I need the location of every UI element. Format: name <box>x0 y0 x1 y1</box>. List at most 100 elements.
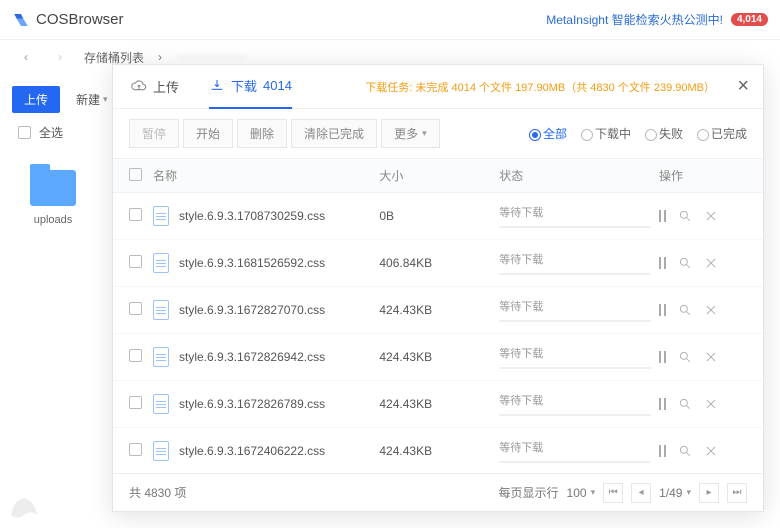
page-last-button[interactable]: ⏭ <box>727 483 747 503</box>
file-icon <box>153 394 169 414</box>
col-status: 状态 <box>499 167 659 184</box>
table-row: style.6.9.3.1672826942.css424.43KB等待下载 <box>113 334 763 381</box>
nav-back-button[interactable]: ‹ <box>16 50 36 64</box>
status-text: 等待下载 <box>499 345 659 361</box>
select-all-checkbox[interactable] <box>18 126 31 139</box>
row-pause-icon[interactable] <box>659 445 666 457</box>
row-checkbox[interactable] <box>129 208 142 221</box>
breadcrumb-separator: › <box>158 50 162 64</box>
upload-button[interactable]: 上传 <box>12 86 60 113</box>
transfer-modal: 上传 下载 4014 下载任务: 未完成 4014 个文件 197.90MB（共… <box>112 64 764 512</box>
page-next-button[interactable]: ▸ <box>699 483 719 503</box>
table-row: style.6.9.3.1708730259.css 0B等待下载 <box>113 193 763 240</box>
row-search-icon[interactable] <box>678 397 692 411</box>
file-name: style.6.9.3.1672827070.css <box>179 303 325 317</box>
row-search-icon[interactable] <box>678 256 692 270</box>
row-checkbox[interactable] <box>129 302 142 315</box>
row-checkbox[interactable] <box>129 349 142 362</box>
breadcrumb-bucket[interactable] <box>176 56 248 58</box>
page-first-button[interactable]: ⏮ <box>603 483 623 503</box>
file-icon <box>153 347 169 367</box>
pause-button[interactable]: 暂停 <box>129 119 179 148</box>
row-pause-icon[interactable] <box>659 351 666 363</box>
close-icon[interactable]: × <box>737 75 749 98</box>
col-size: 大小 <box>379 167 499 184</box>
filter-downloading[interactable]: 下载中 <box>581 125 631 142</box>
row-pause-icon[interactable] <box>659 304 666 316</box>
file-size: 424.43KB <box>379 397 499 411</box>
progress-bar <box>499 320 651 322</box>
row-search-icon[interactable] <box>678 350 692 364</box>
more-button[interactable]: 更多▾ <box>381 119 440 148</box>
progress-bar <box>499 367 651 369</box>
nav-forward-button[interactable]: › <box>50 50 70 64</box>
page-indicator[interactable]: 1/49▾ <box>659 486 691 500</box>
row-close-icon[interactable] <box>704 303 718 317</box>
app-logo <box>12 11 30 29</box>
row-checkbox[interactable] <box>129 443 142 456</box>
status-text: 等待下载 <box>499 298 659 314</box>
row-close-icon[interactable] <box>704 350 718 364</box>
file-size: 424.43KB <box>379 303 499 317</box>
row-close-icon[interactable] <box>704 256 718 270</box>
promo-link[interactable]: MetaInsight 智能检索火热公测中! <box>546 11 723 28</box>
folder-label: uploads <box>30 214 76 226</box>
row-search-icon[interactable] <box>678 444 692 458</box>
row-close-icon[interactable] <box>704 444 718 458</box>
task-summary: 下载任务: 未完成 4014 个文件 197.90MB（共 4830 个文件 2… <box>365 79 715 95</box>
progress-bar <box>499 226 651 228</box>
tab-download[interactable]: 下载 4014 <box>209 65 292 109</box>
row-close-icon[interactable] <box>704 397 718 411</box>
clear-done-button[interactable]: 清除已完成 <box>291 119 377 148</box>
tab-upload[interactable]: 上传 <box>131 65 179 109</box>
total-count: 共 4830 项 <box>129 484 186 501</box>
folder-icon <box>30 170 76 206</box>
new-button[interactable]: 新建▾ <box>70 86 114 113</box>
file-icon <box>153 206 169 226</box>
notification-badge[interactable]: 4,014 <box>731 13 768 26</box>
status-text: 等待下载 <box>499 251 659 267</box>
row-pause-icon[interactable] <box>659 398 666 410</box>
filter-failed[interactable]: 失败 <box>645 125 683 142</box>
file-size: 406.84KB <box>379 256 499 270</box>
file-name: style.6.9.3.1672406222.css <box>179 444 325 458</box>
file-icon <box>153 300 169 320</box>
header-checkbox[interactable] <box>129 168 142 181</box>
row-checkbox[interactable] <box>129 396 142 409</box>
row-checkbox[interactable] <box>129 255 142 268</box>
file-size: 0B <box>379 209 499 223</box>
progress-bar <box>499 414 651 416</box>
table-header: 名称 大小 状态 操作 <box>113 159 763 193</box>
row-close-icon[interactable] <box>704 209 718 223</box>
file-size: 424.43KB <box>379 444 499 458</box>
filter-all[interactable]: 全部 <box>529 125 567 142</box>
file-icon <box>153 253 169 273</box>
delete-button[interactable]: 删除 <box>237 119 287 148</box>
select-all-label: 全选 <box>39 124 63 141</box>
table-row: style.6.9.3.1681526592.css 406.84KB等待下载 <box>113 240 763 287</box>
progress-bar <box>499 461 651 463</box>
file-name: style.6.9.3.1672826789.css <box>179 397 325 411</box>
app-name: COSBrowser <box>36 11 124 28</box>
filter-done[interactable]: 已完成 <box>697 125 747 142</box>
row-pause-icon[interactable] <box>659 257 666 269</box>
table-row: style.6.9.3.1672827070.css 424.43KB等待下载 <box>113 287 763 334</box>
per-page-select[interactable]: 100▾ <box>567 486 596 500</box>
status-text: 等待下载 <box>499 204 659 220</box>
file-size: 424.43KB <box>379 350 499 364</box>
table-row: style.6.9.3.1672826789.css424.43KB等待下载 <box>113 381 763 428</box>
row-search-icon[interactable] <box>678 209 692 223</box>
start-button[interactable]: 开始 <box>183 119 233 148</box>
row-pause-icon[interactable] <box>659 210 666 222</box>
row-search-icon[interactable] <box>678 303 692 317</box>
file-name: style.6.9.3.1708730259.css <box>179 209 325 223</box>
page-prev-button[interactable]: ◂ <box>631 483 651 503</box>
download-icon <box>209 78 225 94</box>
per-page-label: 每页显示行 <box>499 484 559 501</box>
col-name: 名称 <box>153 167 379 184</box>
file-icon <box>153 441 169 461</box>
breadcrumb-root[interactable]: 存储桶列表 <box>84 49 144 66</box>
watermark-icon <box>2 482 46 526</box>
folder-item[interactable]: uploads <box>30 170 76 226</box>
file-name: style.6.9.3.1681526592.css <box>179 256 325 270</box>
